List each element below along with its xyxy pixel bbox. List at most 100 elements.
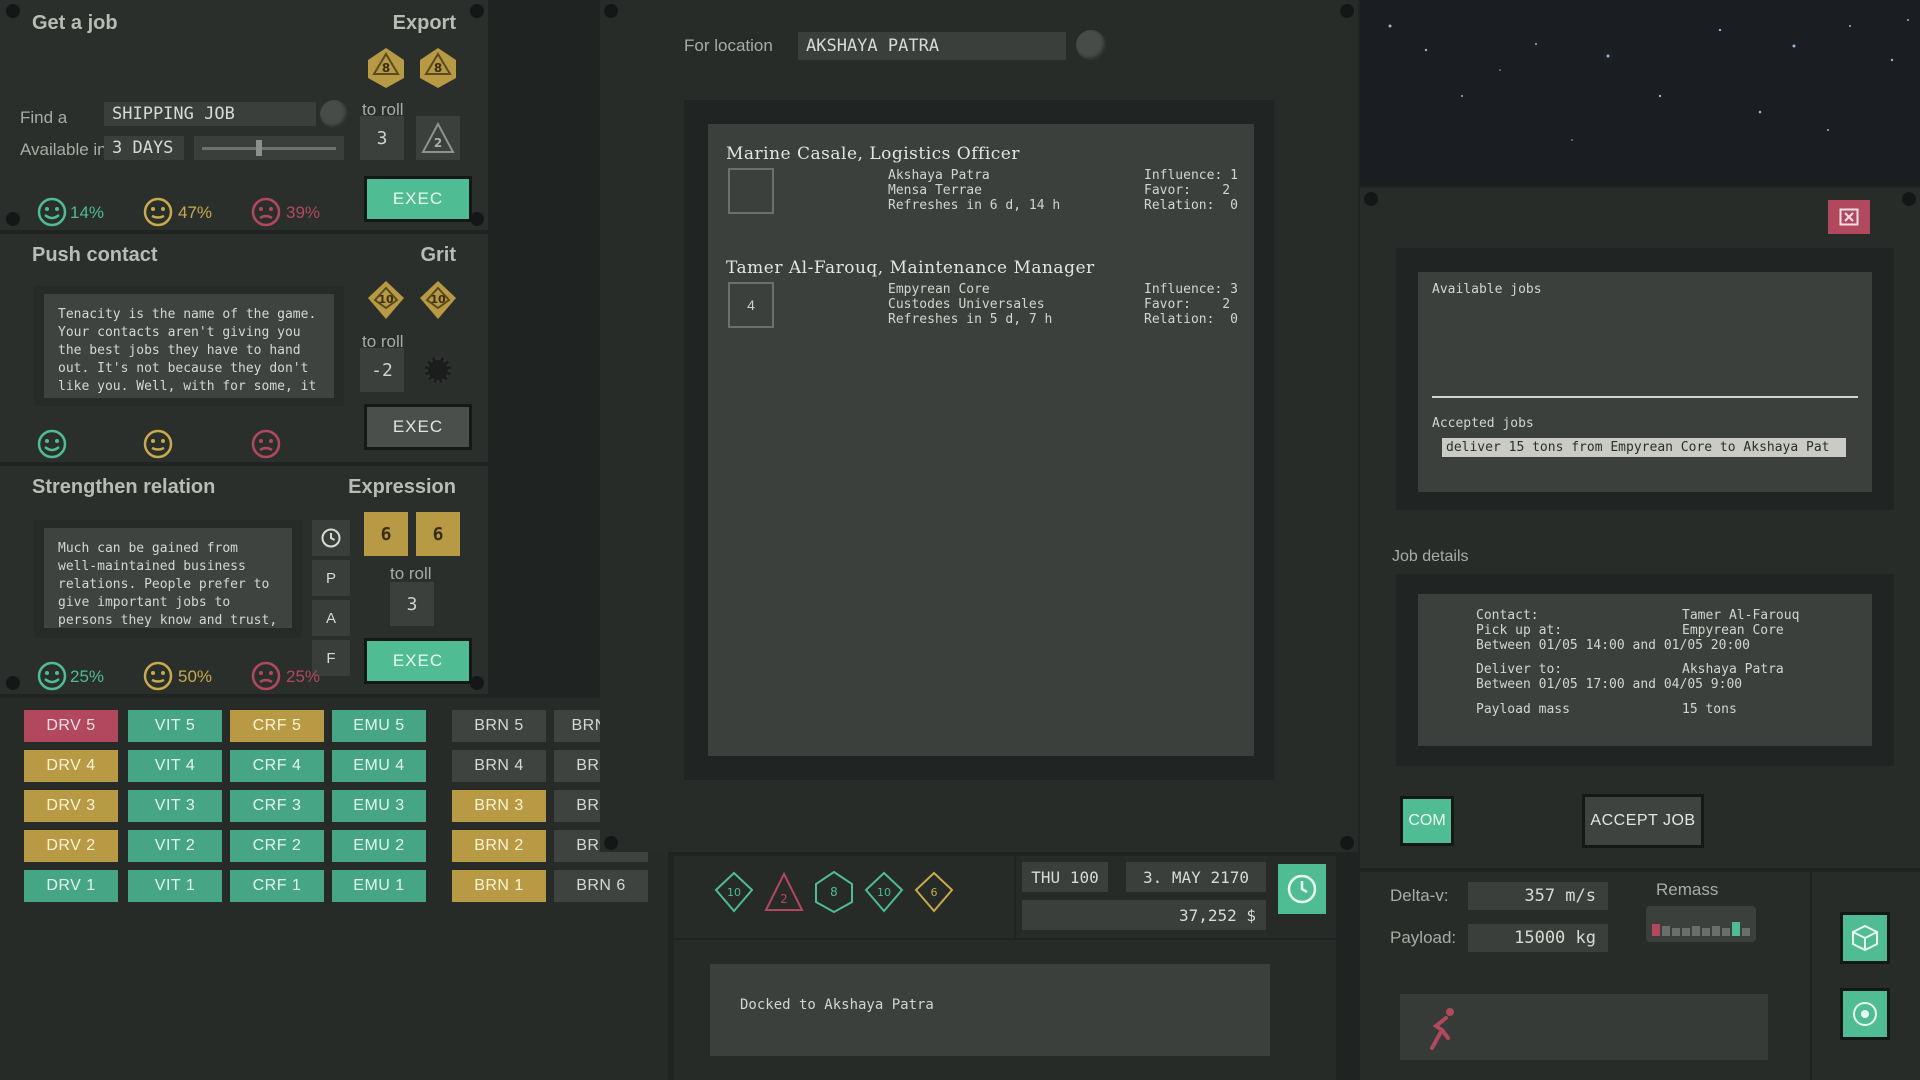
time-advance-button[interactable]: [1278, 864, 1326, 914]
com-button[interactable]: COM: [1400, 796, 1454, 846]
stat-crf-5[interactable]: CRF 5: [230, 710, 324, 742]
find-label: Find a: [20, 108, 68, 127]
die-value: 10: [727, 886, 741, 899]
stat-crf-3[interactable]: CRF 3: [230, 790, 324, 822]
detail-deliver-value: Akshaya Patra: [1682, 662, 1784, 677]
p-button[interactable]: P: [312, 560, 350, 596]
contact-relation: Relation: 0: [1144, 312, 1238, 327]
contact-portrait[interactable]: 4: [728, 282, 774, 328]
detail-contact-label: Contact:: [1476, 608, 1539, 623]
starfield-view: [1360, 0, 1920, 186]
screw-icon: [1340, 4, 1354, 18]
stat-crf-1[interactable]: CRF 1: [230, 870, 324, 902]
grit-label: Grit: [420, 244, 456, 266]
strengthen-panel: Strengthen relation Expression Much can …: [0, 466, 488, 694]
cargo-button[interactable]: [1840, 912, 1890, 964]
location-knob[interactable]: [1076, 30, 1106, 60]
screw-icon: [1340, 836, 1354, 850]
stat-brn-6[interactable]: BRN 6: [554, 870, 648, 902]
d4-die-icon[interactable]: 2: [762, 870, 806, 914]
stat-vit-2[interactable]: VIT 2: [128, 830, 222, 862]
stat-brn-2[interactable]: BRN 2: [452, 830, 546, 862]
stat-vit-1[interactable]: VIT 1: [128, 870, 222, 902]
slider-thumb[interactable]: [256, 140, 262, 156]
d8-die-icon: 8: [368, 48, 404, 88]
get-job-exec-button[interactable]: EXEC: [364, 176, 472, 222]
contact-station: Empyrean Core: [888, 282, 990, 297]
stat-emu-3[interactable]: EMU 3: [332, 790, 426, 822]
jobs-list: Available jobs Accepted jobs deliver 15 …: [1418, 272, 1872, 492]
stat-vit-5[interactable]: VIT 5: [128, 710, 222, 742]
d10-die-icon: 10: [368, 281, 404, 319]
accept-job-button[interactable]: ACCEPT JOB: [1582, 794, 1704, 848]
detail-pickup-label: Pick up at:: [1476, 623, 1563, 638]
stat-vit-4[interactable]: VIT 4: [128, 750, 222, 782]
accepted-job-item[interactable]: deliver 15 tons from Empyrean Core to Ak…: [1442, 438, 1846, 457]
contact-influence: Influence: 1: [1144, 168, 1238, 183]
location-field[interactable]: AKSHAYA PATRA: [798, 32, 1066, 60]
ship-panel: Delta-v: 357 m/s Payload: 15000 kg Remas…: [1360, 872, 1810, 1080]
a-button[interactable]: A: [312, 600, 350, 636]
star-field-icon: [1388, 19, 1909, 141]
available-label: Available in: [20, 140, 107, 159]
detail-deliver-label: Deliver to:: [1476, 662, 1563, 677]
stat-crf-4[interactable]: CRF 4: [230, 750, 324, 782]
stat-emu-5[interactable]: EMU 5: [332, 710, 426, 742]
contact-name[interactable]: Tamer Al-Farouq, Maintenance Manager: [726, 258, 1095, 278]
gear-icon: [425, 357, 451, 383]
d10-die-icon[interactable]: 10: [862, 870, 906, 914]
d8-die-icon: 8: [420, 48, 456, 88]
contact-name[interactable]: Marine Casale, Logistics Officer: [726, 144, 1020, 164]
detail-payload-value: 15 tons: [1682, 702, 1737, 717]
contact-details: Akshaya Patra Mensa Terrae Refreshes in …: [888, 168, 1060, 213]
close-button[interactable]: [1828, 200, 1870, 234]
contact-portrait[interactable]: [728, 168, 774, 214]
roll-target: -2: [360, 348, 404, 392]
strengthen-exec-button[interactable]: EXEC: [364, 638, 472, 684]
screw-icon: [1364, 192, 1378, 206]
push-contact-exec-button[interactable]: EXEC: [364, 404, 472, 450]
job-details-box: Contact: Tamer Al-Farouq Pick up at: Emp…: [1418, 594, 1872, 746]
stat-brn-1[interactable]: BRN 1: [452, 870, 546, 902]
timer-button[interactable]: [312, 520, 350, 556]
stat-vit-3[interactable]: VIT 3: [128, 790, 222, 822]
contacts-panel: For location AKSHAYA PATRA Marine Casale…: [600, 0, 1358, 852]
push-contact-title: Push contact: [32, 244, 158, 266]
slider-track: [202, 147, 336, 150]
d8-die-icon[interactable]: 8: [812, 870, 856, 914]
push-contact-panel: Push contact Grit Tenacity is the name o…: [0, 234, 488, 462]
contact-relation: Relation: 0: [1144, 198, 1238, 213]
good-odds: 14%: [70, 203, 105, 222]
sad-face-icon: [251, 197, 281, 227]
job-details-label: Job details: [1392, 548, 1469, 565]
stat-emu-2[interactable]: EMU 2: [332, 830, 426, 862]
job-type-knob[interactable]: [320, 100, 348, 128]
stat-drv-1[interactable]: DRV 1: [24, 870, 118, 902]
contact-refresh: Refreshes in 6 d, 14 h: [888, 198, 1061, 213]
stat-crf-2[interactable]: CRF 2: [230, 830, 324, 862]
stat-brn-4[interactable]: BRN 4: [452, 750, 546, 782]
stat-drv-3[interactable]: DRV 3: [24, 790, 118, 822]
remass-gauge: [1646, 906, 1756, 942]
stat-drv-4[interactable]: DRV 4: [24, 750, 118, 782]
close-icon: [1839, 208, 1859, 226]
location-label: For location: [684, 36, 773, 55]
available-field: 3 DAYS: [104, 136, 184, 160]
job-type-field[interactable]: SHIPPING JOB: [104, 102, 316, 126]
stat-brn-5[interactable]: BRN 5: [452, 710, 546, 742]
d6-die-icon[interactable]: 6: [912, 870, 956, 914]
stat-emu-4[interactable]: EMU 4: [332, 750, 426, 782]
die-value: 8: [434, 61, 442, 75]
navigation-button[interactable]: [1840, 988, 1890, 1040]
d10-die-icon[interactable]: 10: [712, 870, 756, 914]
stat-drv-2[interactable]: DRV 2: [24, 830, 118, 862]
empty-die-slot: [416, 348, 460, 392]
stat-emu-1[interactable]: EMU 1: [332, 870, 426, 902]
get-job-panel: Get a job Export Find a SHIPPING JOB Ava…: [0, 0, 488, 230]
contact-details: Empyrean Core Custodes Universales Refre…: [888, 282, 1052, 327]
stat-brn-3[interactable]: BRN 3: [452, 790, 546, 822]
nav-buttons-panel: [1812, 872, 1920, 1080]
stat-drv-5[interactable]: DRV 5: [24, 710, 118, 742]
happy-face-icon: [37, 197, 67, 227]
days-slider[interactable]: [194, 136, 344, 160]
